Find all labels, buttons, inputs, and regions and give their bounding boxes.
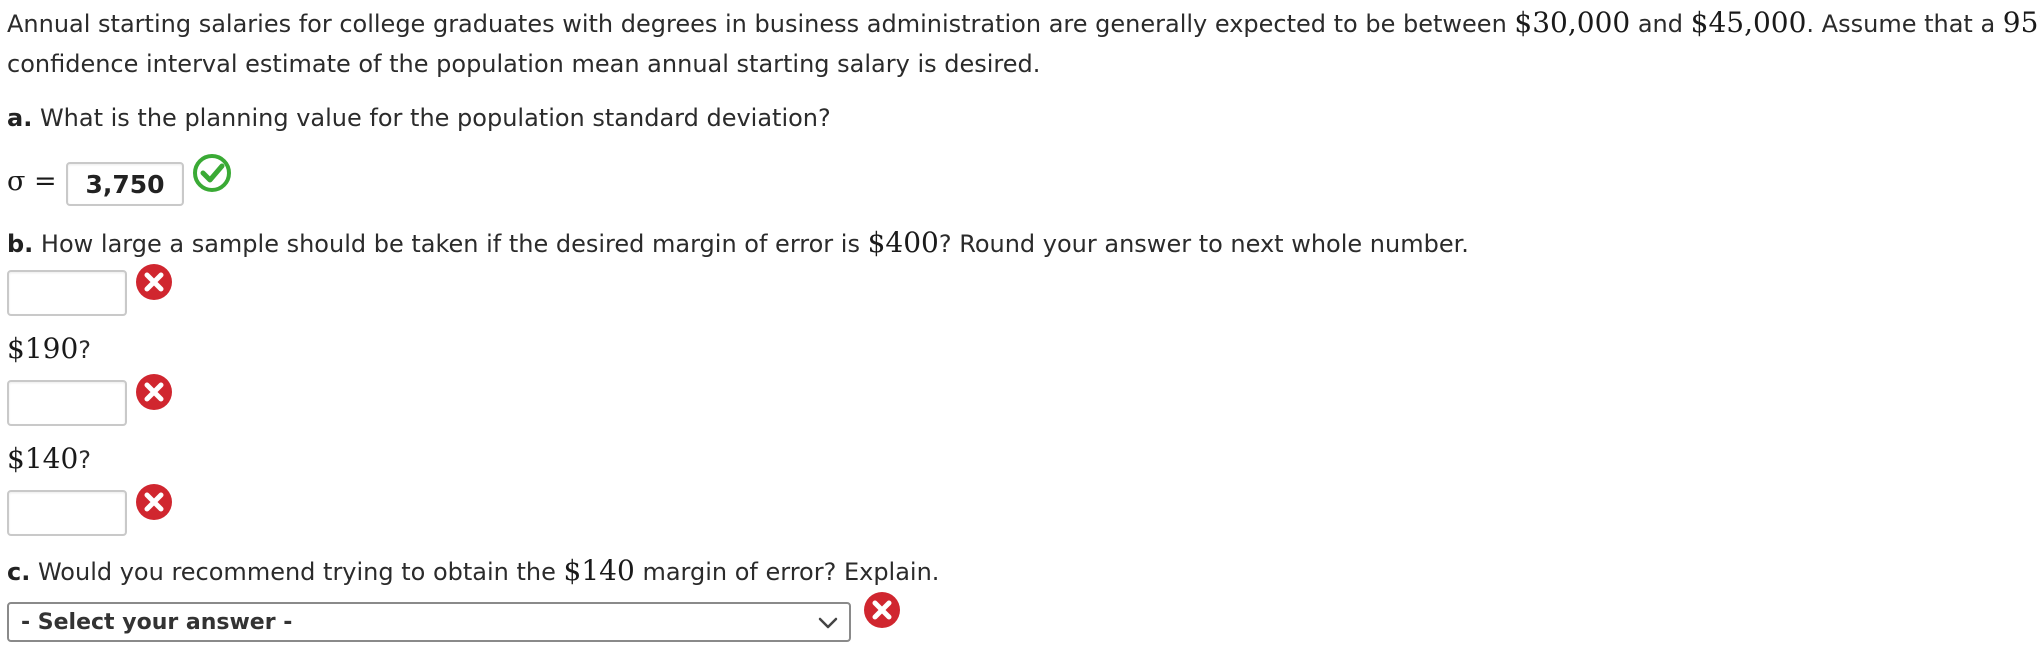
question-mark: ? [78, 336, 92, 364]
recommendation-select[interactable]: - Select your answer - [7, 602, 851, 642]
confidence-level: 95% [2002, 6, 2040, 39]
part-c-question: c. Would you recommend trying to obtain … [7, 554, 939, 587]
intro-text: Annual starting salaries for college gra… [7, 10, 1515, 38]
incorrect-x-icon [864, 592, 900, 628]
sample-size-140-input[interactable] [7, 490, 127, 536]
part-b-label: b. [7, 230, 34, 258]
part-b-question: b. How large a sample should be taken if… [7, 226, 1469, 259]
intro-text: and [1630, 10, 1691, 38]
incorrect-x-icon [136, 374, 172, 410]
question-mark: ? [78, 446, 92, 474]
prompt-140: $140? [7, 442, 91, 475]
sample-size-190-input[interactable] [7, 380, 127, 426]
part-c-text: margin of error? Explain. [634, 558, 940, 586]
part-b-text: How large a sample should be taken if th… [33, 230, 868, 258]
margin-400: $400 [867, 226, 939, 259]
sigma-answer-field[interactable]: 3,750 [66, 162, 184, 206]
margin-140: $140 [7, 442, 79, 475]
sigma-label: σ = [7, 166, 57, 197]
salary-low: $30,000 [1514, 6, 1631, 39]
part-a-label: a. [7, 104, 33, 132]
incorrect-x-icon [136, 484, 172, 520]
intro-text: . Assume that a [1806, 10, 2003, 38]
part-a-question: a. What is the planning value for the po… [7, 104, 831, 132]
correct-check-icon [193, 154, 231, 192]
part-a-text: What is the planning value for the popul… [32, 104, 831, 132]
intro-line-2: confidence interval estimate of the popu… [7, 50, 1041, 78]
part-c-text: Would you recommend trying to obtain the [30, 558, 564, 586]
sample-size-400-input[interactable] [7, 270, 127, 316]
part-b-text: ? Round your answer to next whole number… [938, 230, 1469, 258]
question-page: Annual starting salaries for college gra… [0, 0, 2040, 656]
select-value: - Select your answer - [21, 609, 293, 635]
margin-140-c: $140 [563, 554, 635, 587]
salary-high: $45,000 [1690, 6, 1807, 39]
prompt-190: $190? [7, 332, 91, 365]
chevron-down-icon [818, 617, 838, 629]
incorrect-x-icon [136, 264, 172, 300]
intro-line-1: Annual starting salaries for college gra… [7, 6, 2040, 39]
part-c-label: c. [7, 558, 31, 586]
margin-190: $190 [7, 332, 79, 365]
